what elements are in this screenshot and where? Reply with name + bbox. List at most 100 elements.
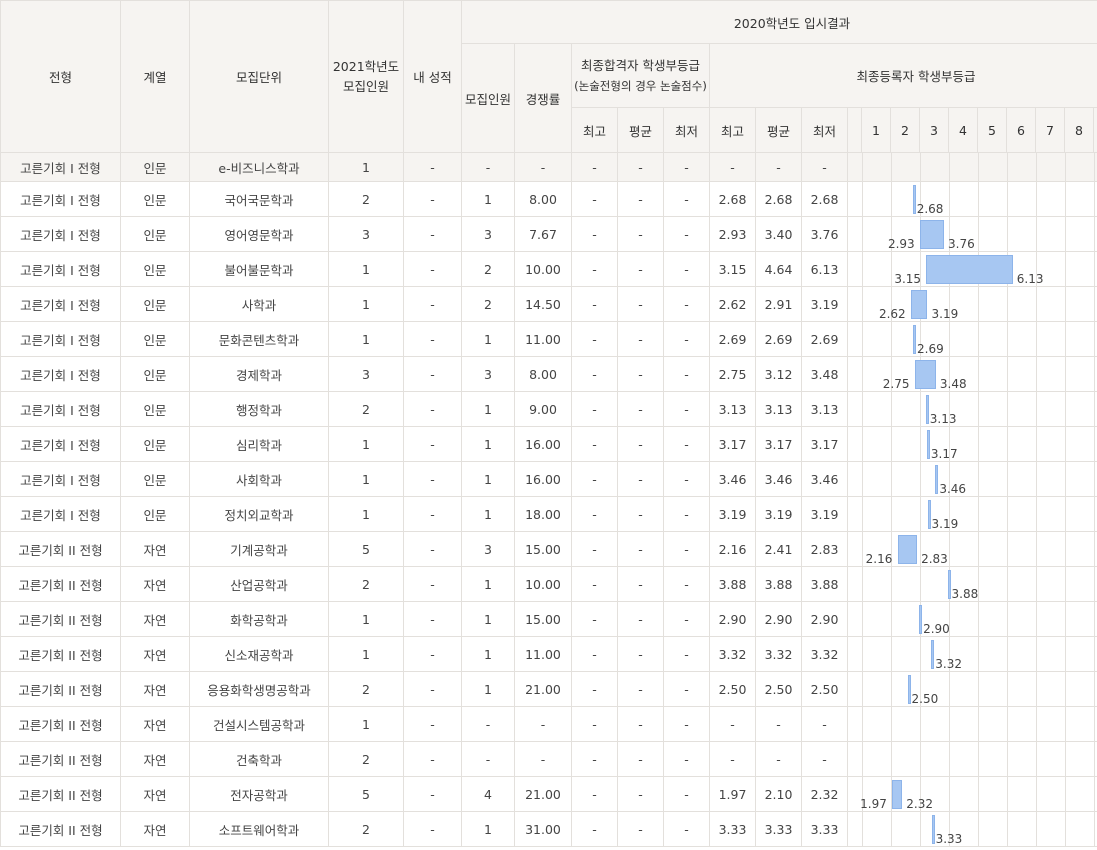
chart-gridline (1036, 182, 1037, 217)
grade-range-chart: 3.15 6.13 (848, 252, 1097, 287)
cell-reg-max: 3.13 (709, 391, 756, 427)
cell-reg-min: 3.76 (801, 216, 848, 252)
cell-pass-avg: - (617, 706, 664, 742)
cell-my-grade: - (403, 531, 462, 567)
cell-reg-avg: 3.32 (755, 636, 802, 672)
cell-unit: 문화콘텐츠학과 (189, 321, 329, 357)
cell-type: 고른기회 I 전형 (0, 461, 121, 497)
cell-quota-2020: 1 (461, 636, 515, 672)
cell-pass-avg: - (617, 251, 664, 287)
cell-quota-2020: 1 (461, 321, 515, 357)
chart-gridline (891, 392, 892, 427)
cell-pass-max: - (571, 601, 618, 637)
chart-gridline (862, 252, 863, 287)
cell-field: 인문 (120, 426, 190, 462)
cell-unit: 사회학과 (189, 461, 329, 497)
cell-quota-2021: 1 (328, 426, 404, 462)
header-quota-2021-text: 2021학년도 모집인원 (332, 58, 400, 94)
cell-reg-avg: 3.12 (755, 356, 802, 392)
cell-unit: 기계공학과 (189, 531, 329, 567)
bar-label-high: 6.13 (1016, 272, 1044, 286)
cell-pass-avg: - (617, 531, 664, 567)
chart-gridline (1094, 567, 1095, 602)
cell-pass-min: - (663, 181, 710, 217)
cell-type: 고른기회 II 전형 (0, 741, 121, 777)
chart-gridline (862, 217, 863, 252)
header-my-grade: 내 성적 (403, 0, 462, 153)
chart-gridline (1065, 182, 1066, 217)
cell-my-grade: - (403, 706, 462, 742)
grade-range-chart: 2.75 3.48 (848, 357, 1097, 392)
grade-range-chart-cell (846, 741, 1097, 777)
cell-reg-max: 2.93 (709, 216, 756, 252)
cell-quota-2020: 1 (461, 811, 515, 847)
header-quota-2021: 2021학년도 모집인원 (328, 0, 404, 153)
cell-unit: 불어불문학과 (189, 251, 329, 287)
cell-field: 인문 (120, 391, 190, 427)
chart-gridline (891, 707, 892, 742)
cell-type: 고른기회 II 전형 (0, 811, 121, 847)
cell-pass-max: - (571, 811, 618, 847)
chart-gridline (1065, 392, 1066, 427)
bar-label: 2.68 (916, 202, 944, 216)
cell-quota-2020: 4 (461, 776, 515, 812)
cell-pass-max: - (571, 216, 618, 252)
chart-gridline (1007, 287, 1008, 322)
header-final-pass-group: 최종합격자 학생부등급 (논술전형의 경우 논술점수) (571, 43, 710, 108)
cell-unit: 건축학과 (189, 741, 329, 777)
cell-reg-max: 2.75 (709, 356, 756, 392)
cell-quota-2020: 3 (461, 531, 515, 567)
cell-reg-min: 2.50 (801, 671, 848, 707)
cell-competition: 8.00 (514, 356, 572, 392)
cell-field: 자연 (120, 811, 190, 847)
cell-quota-2021: 3 (328, 216, 404, 252)
table-row: 고른기회 II 전형 자연 전자공학과 5-4 21.00- - -1.97 2.10 2.32… (0, 776, 1097, 812)
grade-range-chart: 1.97 2.32 (848, 777, 1097, 812)
cell-reg-max: 3.32 (709, 636, 756, 672)
scale-tick: 3 (919, 107, 949, 153)
cell-reg-min: 6.13 (801, 251, 848, 287)
chart-gridline (1094, 252, 1095, 287)
cell-field: 인문 (120, 286, 190, 322)
cell-reg-max: 3.33 (709, 811, 756, 847)
grade-range-chart: 2.90 (848, 602, 1097, 637)
cell-reg-avg: 2.90 (755, 601, 802, 637)
results-table-container: 전형 계열 모집단위 2021학년도 모집인원 내 성적 2020학년도 입시결… (0, 0, 1097, 850)
chart-gridline (1065, 497, 1066, 532)
grade-range-bar (913, 325, 916, 354)
table-row: 고른기회 I 전형 인문 국어국문학과 2-1 8.00- - -2.68 2.68 2.68 2… (0, 181, 1097, 217)
cell-competition: 21.00 (514, 776, 572, 812)
cell-pass-avg: - (617, 601, 664, 637)
cell-competition: 31.00 (514, 811, 572, 847)
chart-gridline (891, 427, 892, 462)
chart-gridline (978, 217, 979, 252)
chart-gridline (1065, 252, 1066, 287)
cell-quota-2020: 1 (461, 601, 515, 637)
chart-gridline (891, 742, 892, 777)
grade-range-chart-cell: 3.15 6.13 (846, 251, 1097, 287)
chart-gridline (949, 532, 950, 567)
bar-label: 2.90 (923, 622, 950, 636)
header-type: 전형 (0, 0, 121, 153)
cell-pass-avg: - (617, 461, 664, 497)
header-pass-min: 최저 (663, 107, 710, 153)
cell-quota-2020: 1 (461, 426, 515, 462)
cell-my-grade: - (403, 741, 462, 777)
cell-quota-2021: 1 (328, 461, 404, 497)
scale-tick: 2 (890, 107, 920, 153)
cell-quota-2020: - (461, 152, 515, 182)
grade-range-chart-cell: 2.68 (846, 181, 1097, 217)
chart-gridline (978, 497, 979, 532)
cell-reg-avg: 2.69 (755, 321, 802, 357)
cell-type: 고른기회 I 전형 (0, 426, 121, 462)
chart-gridline (862, 672, 863, 707)
chart-gridline (1007, 567, 1008, 602)
table-row: 고른기회 II 전형 자연 산업공학과 2-1 10.00- - -3.88 3.88 3.88… (0, 566, 1097, 602)
table-row: 고른기회 II 전형 자연 화학공학과 1-1 15.00- - -2.90 2.90 2.90… (0, 601, 1097, 637)
chart-gridline (862, 462, 863, 497)
cell-pass-min: - (663, 636, 710, 672)
grade-range-bar (926, 430, 930, 459)
chart-gridline (949, 322, 950, 357)
cell-quota-2021: 5 (328, 531, 404, 567)
grade-range-chart-cell: 3.19 (846, 496, 1097, 532)
